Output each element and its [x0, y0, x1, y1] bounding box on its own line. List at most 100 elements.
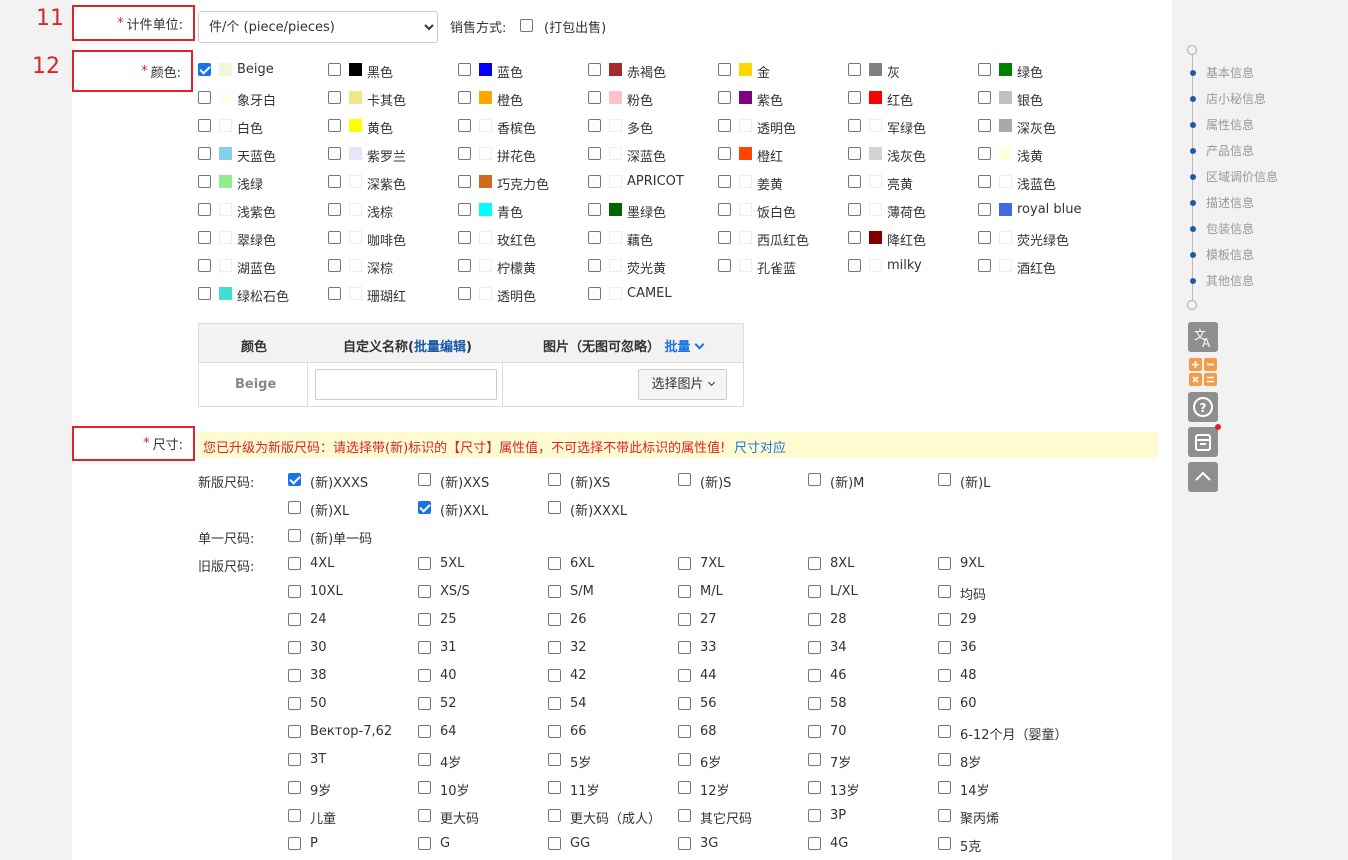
color-checkbox[interactable]: [588, 175, 601, 188]
color-checkbox[interactable]: [588, 203, 601, 216]
color-checkbox[interactable]: [848, 231, 861, 244]
size-checkbox[interactable]: [808, 837, 821, 850]
nav-item-8[interactable]: 模板信息: [1206, 246, 1254, 263]
size-checkbox[interactable]: [808, 641, 821, 654]
color-checkbox[interactable]: [718, 175, 731, 188]
color-checkbox[interactable]: [978, 91, 991, 104]
size-checkbox[interactable]: [418, 641, 431, 654]
color-checkbox[interactable]: [328, 175, 341, 188]
size-checkbox[interactable]: [418, 669, 431, 682]
size-checkbox[interactable]: [288, 613, 301, 626]
size-checkbox[interactable]: [288, 529, 301, 542]
color-checkbox[interactable]: [588, 147, 601, 160]
nav-item-5[interactable]: 区域调价信息: [1206, 168, 1278, 185]
size-checkbox[interactable]: [418, 557, 431, 570]
color-checkbox[interactable]: [848, 119, 861, 132]
size-checkbox[interactable]: [938, 585, 951, 598]
color-checkbox[interactable]: [588, 287, 601, 300]
color-checkbox[interactable]: [198, 119, 211, 132]
size-checkbox[interactable]: [418, 809, 431, 822]
scroll-top-button[interactable]: [1188, 462, 1218, 492]
color-checkbox[interactable]: [848, 63, 861, 76]
batch-image-link[interactable]: 批量: [665, 339, 705, 355]
color-checkbox[interactable]: [458, 63, 471, 76]
size-checkbox[interactable]: [808, 753, 821, 766]
color-checkbox[interactable]: [978, 231, 991, 244]
size-checkbox[interactable]: [418, 753, 431, 766]
size-checkbox[interactable]: [678, 585, 691, 598]
size-checkbox[interactable]: [808, 473, 821, 486]
color-checkbox[interactable]: [978, 63, 991, 76]
nav-item-2[interactable]: 店小秘信息: [1206, 90, 1266, 107]
size-checkbox[interactable]: [808, 809, 821, 822]
color-checkbox[interactable]: [978, 203, 991, 216]
color-checkbox[interactable]: [458, 175, 471, 188]
color-checkbox[interactable]: [198, 147, 211, 160]
pack-sale-checkbox[interactable]: [520, 19, 533, 32]
size-checkbox[interactable]: [548, 781, 561, 794]
color-checkbox[interactable]: [458, 119, 471, 132]
color-checkbox[interactable]: [718, 231, 731, 244]
color-checkbox[interactable]: [328, 287, 341, 300]
size-checkbox[interactable]: [678, 669, 691, 682]
color-checkbox[interactable]: [718, 119, 731, 132]
color-checkbox[interactable]: [588, 119, 601, 132]
color-checkbox[interactable]: [978, 147, 991, 160]
size-checkbox[interactable]: [288, 781, 301, 794]
size-checkbox[interactable]: [938, 697, 951, 710]
size-checkbox[interactable]: [418, 585, 431, 598]
size-checkbox[interactable]: [938, 669, 951, 682]
size-checkbox[interactable]: [678, 809, 691, 822]
archive-button[interactable]: [1188, 424, 1221, 457]
size-checkbox[interactable]: [808, 585, 821, 598]
size-checkbox[interactable]: [418, 697, 431, 710]
color-checkbox[interactable]: [588, 91, 601, 104]
size-checkbox[interactable]: [288, 557, 301, 570]
nav-item-3[interactable]: 属性信息: [1206, 116, 1254, 133]
size-checkbox[interactable]: [808, 725, 821, 738]
color-checkbox[interactable]: [848, 91, 861, 104]
size-checkbox[interactable]: [288, 837, 301, 850]
size-checkbox[interactable]: [288, 753, 301, 766]
color-checkbox[interactable]: [198, 259, 211, 272]
color-checkbox[interactable]: [328, 203, 341, 216]
color-checkbox[interactable]: [848, 147, 861, 160]
size-checkbox[interactable]: [678, 781, 691, 794]
size-checkbox[interactable]: [418, 725, 431, 738]
size-checkbox[interactable]: [288, 725, 301, 738]
color-checkbox[interactable]: [718, 63, 731, 76]
size-checkbox[interactable]: [288, 669, 301, 682]
color-checkbox[interactable]: [458, 287, 471, 300]
color-checkbox[interactable]: [718, 203, 731, 216]
color-checkbox[interactable]: [588, 231, 601, 244]
size-checkbox[interactable]: [418, 837, 431, 850]
size-checkbox[interactable]: [548, 585, 561, 598]
custom-name-input[interactable]: [315, 369, 497, 400]
size-checkbox[interactable]: [548, 837, 561, 850]
size-checkbox[interactable]: [548, 473, 561, 486]
size-checkbox[interactable]: [938, 473, 951, 486]
size-checkbox[interactable]: [678, 557, 691, 570]
size-checkbox[interactable]: [678, 697, 691, 710]
size-checkbox[interactable]: [548, 669, 561, 682]
size-checkbox[interactable]: [288, 585, 301, 598]
color-checkbox[interactable]: [458, 203, 471, 216]
color-checkbox[interactable]: [458, 147, 471, 160]
color-checkbox[interactable]: [848, 203, 861, 216]
nav-item-6[interactable]: 描述信息: [1206, 194, 1254, 211]
size-checkbox[interactable]: [418, 501, 431, 514]
size-checkbox[interactable]: [938, 613, 951, 626]
size-checkbox[interactable]: [548, 809, 561, 822]
color-checkbox[interactable]: [198, 231, 211, 244]
batch-edit-link[interactable]: 批量编辑: [414, 340, 466, 355]
color-checkbox[interactable]: [328, 119, 341, 132]
size-mapping-link[interactable]: 尺寸对应: [734, 437, 786, 456]
color-checkbox[interactable]: [458, 259, 471, 272]
size-checkbox[interactable]: [938, 641, 951, 654]
size-checkbox[interactable]: [548, 613, 561, 626]
color-checkbox[interactable]: [718, 91, 731, 104]
nav-item-9[interactable]: 其他信息: [1206, 272, 1254, 289]
size-checkbox[interactable]: [548, 557, 561, 570]
color-checkbox[interactable]: [458, 231, 471, 244]
color-checkbox[interactable]: [978, 119, 991, 132]
